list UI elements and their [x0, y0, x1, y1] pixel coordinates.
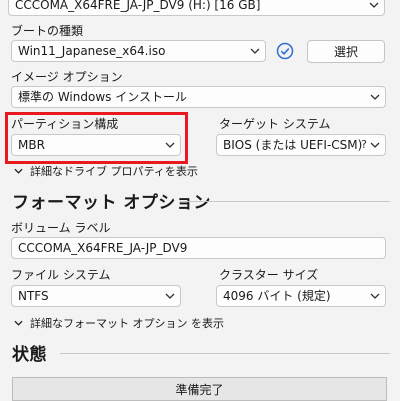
partition-scheme-value: MBR	[18, 138, 45, 152]
volume-label-label: ボリューム ラベル	[11, 221, 111, 235]
image-option-value: 標準の Windows インストール	[18, 90, 187, 104]
volume-label-value: CCCOMA_X64FRE_JA-JP_DV9	[18, 241, 188, 255]
volume-label-input[interactable]: CCCOMA_X64FRE_JA-JP_DV9	[11, 237, 386, 259]
chevron-down-icon	[164, 286, 176, 306]
image-option-select[interactable]: 標準の Windows インストール	[11, 86, 386, 108]
status-section-title: 状態	[12, 345, 47, 365]
chevron-down-icon	[369, 135, 381, 155]
chevron-down-icon	[14, 168, 24, 174]
target-system-value: BIOS (または UEFI-CSM)	[223, 138, 363, 152]
cluster-size-label: クラスター サイズ	[219, 268, 319, 282]
boot-type-select[interactable]: Win11_Japanese_x64.iso	[11, 40, 266, 62]
chevron-down-icon	[369, 286, 381, 306]
select-button-label: 選択	[333, 45, 358, 59]
cluster-size-select[interactable]: 4096 バイト (規定)	[216, 285, 386, 307]
device-select-value: CCCOMA_X64FRE_JA-JP_DV9 (H:) [16 GB]	[15, 0, 261, 12]
partition-scheme-label: パーティション構成	[11, 117, 119, 131]
file-system-label: ファイル システム	[11, 268, 111, 282]
help-icon[interactable]: ?	[361, 135, 367, 155]
cluster-size-value: 4096 バイト (規定)	[223, 289, 331, 303]
advanced-drive-label: 詳細なドライブ プロパティを表示	[30, 165, 198, 178]
status-text: 準備完了	[175, 382, 224, 397]
chevron-down-icon	[369, 87, 381, 107]
chevron-down-icon	[249, 41, 261, 61]
boot-type-value: Win11_Japanese_x64.iso	[18, 44, 166, 58]
advanced-format-label: 詳細なフォーマット オプション を表示	[30, 317, 224, 330]
device-select[interactable]: CCCOMA_X64FRE_JA-JP_DV9 (H:) [16 GB]	[8, 0, 385, 16]
target-system-label: ターゲット システム	[219, 117, 331, 131]
chevron-down-icon	[164, 135, 176, 155]
boot-type-label: ブートの種類	[11, 24, 84, 38]
file-system-select[interactable]: NTFS	[11, 285, 181, 307]
format-section-divider	[180, 201, 390, 202]
partition-scheme-select[interactable]: MBR	[11, 134, 181, 156]
image-option-label: イメージ オプション	[11, 70, 123, 84]
status-section-divider	[60, 353, 390, 354]
select-button[interactable]: 選択	[307, 40, 385, 63]
status-progress-bar: 準備完了	[12, 377, 387, 401]
target-system-select[interactable]: BIOS (または UEFI-CSM) ?	[216, 134, 386, 156]
advanced-format-toggle[interactable]: 詳細なフォーマット オプション を表示	[14, 315, 224, 331]
advanced-drive-toggle[interactable]: 詳細なドライブ プロパティを表示	[14, 163, 198, 179]
chevron-down-icon	[14, 320, 24, 326]
chevron-down-icon	[368, 0, 380, 15]
file-system-value: NTFS	[18, 289, 49, 303]
verify-check-icon[interactable]	[276, 42, 294, 60]
